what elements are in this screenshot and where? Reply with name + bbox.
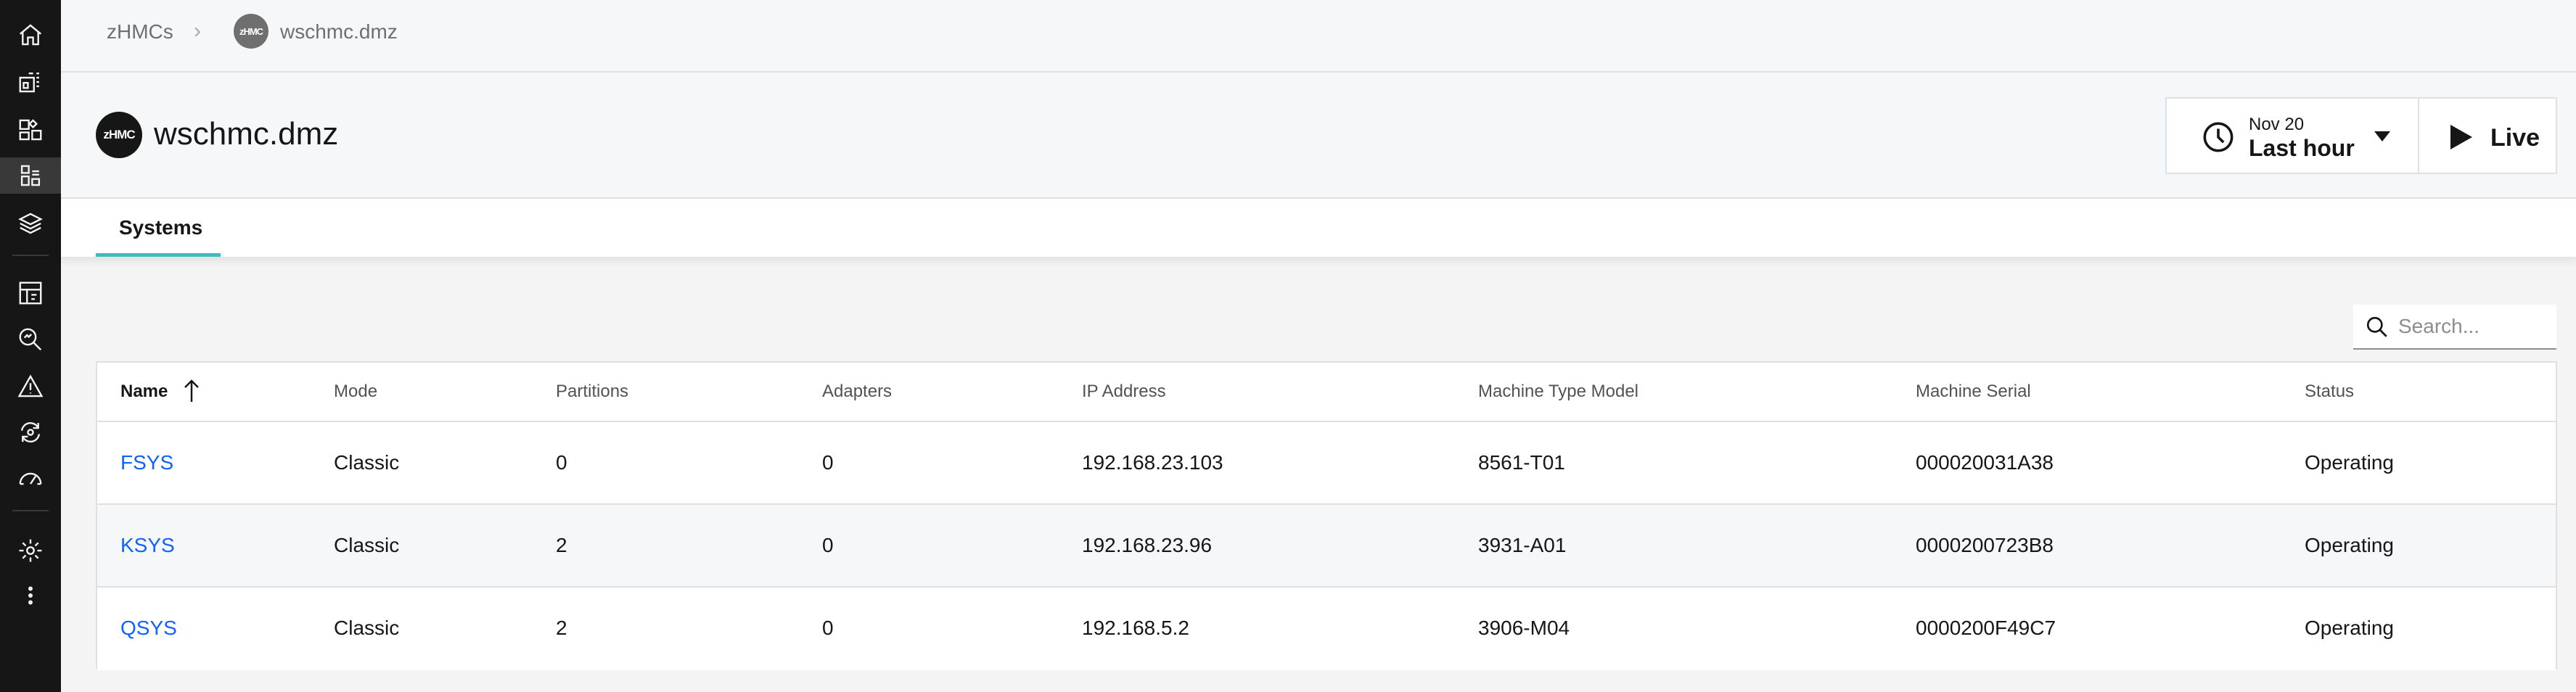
table-row: QSYS Classic 2 0 192.168.5.2 3906-M04 00… <box>97 588 2556 670</box>
table-row: FSYS Classic 0 0 192.168.23.103 8561-T01… <box>97 422 2556 505</box>
nav-divider <box>12 510 49 511</box>
report-icon[interactable] <box>12 275 49 311</box>
systems-icon[interactable] <box>0 157 61 194</box>
cell-mode: Classic <box>334 534 400 556</box>
column-header-machine-serial[interactable]: Machine Serial <box>1916 382 2031 402</box>
search-input[interactable] <box>2398 312 2551 341</box>
overflow-menu-icon[interactable] <box>12 577 49 614</box>
dashboard-icon[interactable] <box>12 64 49 100</box>
analyze-icon[interactable] <box>12 321 49 358</box>
search-icon <box>2365 315 2390 339</box>
cell-ip-address: 192.168.23.103 <box>1082 451 1223 474</box>
cell-machine-serial: 0000200F49C7 <box>1916 617 2056 639</box>
time-range-label: Last hour <box>2249 135 2355 161</box>
cell-partitions: 0 <box>556 451 567 474</box>
cell-machine-type-model: 8561-T01 <box>1478 451 1565 474</box>
cell-adapters: 0 <box>822 534 834 556</box>
cell-mode: Classic <box>334 451 400 474</box>
table-row: KSYS Classic 2 0 192.168.23.96 3931-A01 … <box>97 505 2556 588</box>
chevron-right-icon: › <box>194 19 201 43</box>
cell-adapters: 0 <box>822 617 834 639</box>
sort-ascending-icon[interactable] <box>181 377 202 405</box>
cell-machine-type-model: 3931-A01 <box>1478 534 1567 556</box>
warning-icon[interactable] <box>12 368 49 405</box>
breadcrumb-current: wschmc.dmz <box>280 20 398 43</box>
tab-label: Systems <box>119 216 203 239</box>
search-box <box>2353 305 2556 350</box>
cell-adapters: 0 <box>822 451 834 474</box>
system-name-link[interactable]: KSYS <box>120 534 175 557</box>
column-header-machine-type-model[interactable]: Machine Type Model <box>1478 382 1638 402</box>
cell-mode: Classic <box>334 617 400 639</box>
column-header-status[interactable]: Status <box>2305 382 2354 402</box>
cell-partitions: 2 <box>556 534 567 556</box>
cell-ip-address: 192.168.23.96 <box>1082 534 1213 556</box>
column-header-adapters[interactable]: Adapters <box>822 382 892 402</box>
cell-machine-serial: 000020031A38 <box>1916 451 2054 474</box>
tab-systems[interactable]: Systems <box>96 199 221 257</box>
nav-divider <box>12 255 49 256</box>
clock-icon <box>2202 120 2235 154</box>
caret-down-icon[interactable] <box>2371 128 2393 145</box>
column-header-mode[interactable]: Mode <box>334 382 377 402</box>
cell-status: Operating <box>2305 534 2394 556</box>
cell-machine-type-model: 3906-M04 <box>1478 617 1570 639</box>
live-button-label: Live <box>2490 124 2540 152</box>
cell-status: Operating <box>2305 617 2394 639</box>
time-range-picker[interactable]: Nov 20 Last hour <box>2165 97 2419 174</box>
system-name-link[interactable]: FSYS <box>120 451 173 474</box>
column-header-partitions[interactable]: Partitions <box>556 382 628 402</box>
table-header: Name Mode Partitions Adapters IP Address… <box>97 363 2556 422</box>
breadcrumb: zHMCs › zHMC wschmc.dmz <box>61 0 2576 73</box>
column-header-name[interactable]: Name <box>120 382 168 402</box>
cell-partitions: 2 <box>556 617 567 639</box>
apps-icon[interactable] <box>12 112 49 148</box>
home-icon[interactable] <box>12 17 49 53</box>
left-nav-rail <box>0 0 61 692</box>
column-header-ip-address[interactable]: IP Address <box>1082 382 1166 402</box>
page-title: wschmc.dmz <box>154 116 339 152</box>
systems-table: Name Mode Partitions Adapters IP Address… <box>96 361 2557 670</box>
performance-icon[interactable] <box>12 461 49 497</box>
breadcrumb-avatar: zHMC <box>234 14 268 49</box>
play-icon <box>2448 123 2474 151</box>
page-header: zHMC wschmc.dmz Nov 20 Last hour Live <box>61 73 2576 199</box>
live-button[interactable]: Live <box>2418 97 2557 174</box>
tab-bar: Systems <box>61 199 2576 257</box>
automation-icon[interactable] <box>12 414 49 450</box>
breadcrumb-zhmcs-link[interactable]: zHMCs <box>107 20 173 44</box>
layers-icon[interactable] <box>12 205 49 242</box>
system-name-link[interactable]: QSYS <box>120 617 177 640</box>
time-range-date: Nov 20 <box>2249 115 2305 134</box>
avatar: zHMC <box>96 112 142 158</box>
settings-icon[interactable] <box>12 532 49 569</box>
cell-ip-address: 192.168.5.2 <box>1082 617 1189 639</box>
cell-machine-serial: 0000200723B8 <box>1916 534 2054 556</box>
cell-status: Operating <box>2305 451 2394 474</box>
